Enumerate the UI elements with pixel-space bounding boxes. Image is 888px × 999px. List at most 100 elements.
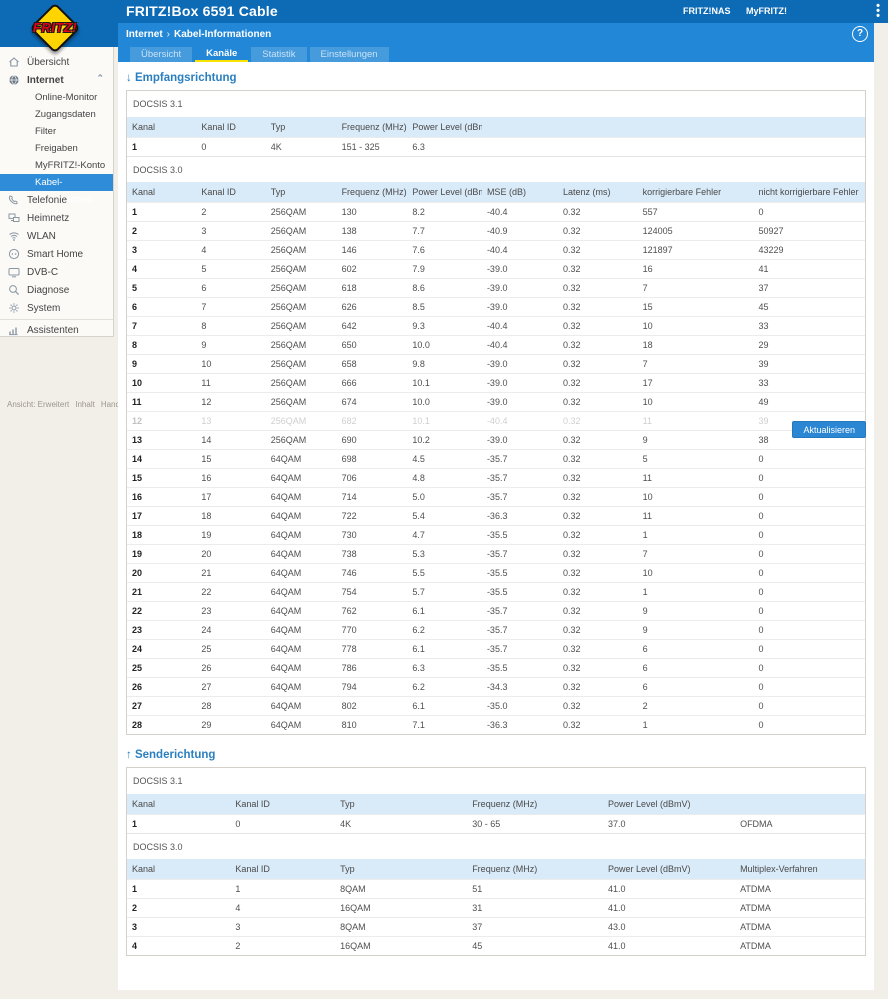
breadcrumb-section[interactable]: Internet xyxy=(126,29,163,40)
sidebar-divider xyxy=(0,319,113,320)
cell: 722 xyxy=(337,506,408,525)
cell: 64QAM xyxy=(266,582,337,601)
table-row: 181964QAM7304.7-35.50.3210 xyxy=(127,525,865,544)
sidebar-item-freigaben[interactable]: Freigaben xyxy=(0,140,113,157)
cell: -36.3 xyxy=(482,506,558,525)
sidebar-item-telefonie[interactable]: Telefonie xyxy=(0,191,113,209)
tab-kanaele[interactable]: Kanäle xyxy=(195,47,248,62)
column-header: Power Level (dBmV) xyxy=(603,794,735,814)
table-row: 222364QAM7626.1-35.70.3290 xyxy=(127,601,865,620)
cell: 0.32 xyxy=(558,696,638,715)
sidebar-item-wlan[interactable]: WLAN xyxy=(0,227,113,245)
cell: 16 xyxy=(127,487,196,506)
sidebar-item-myfritz-konto[interactable]: MyFRITZ!-Konto xyxy=(0,157,113,174)
footer-link-ansicht[interactable]: Ansicht: Erweitert xyxy=(7,400,69,409)
cell: 0 xyxy=(196,137,265,156)
sidebar-item-online-monitor[interactable]: Online-Monitor xyxy=(0,89,113,106)
cell: 45 xyxy=(754,297,866,316)
cell: -35.7 xyxy=(482,639,558,658)
breadcrumb-page: Kabel-Informationen xyxy=(174,29,271,40)
table-row: 1213256QAM68210.1-40.40.321139 xyxy=(127,411,865,430)
cell: 15 xyxy=(196,449,265,468)
fritz-logo[interactable]: FRITZ! xyxy=(15,20,95,35)
tab-einstellungen[interactable]: Einstellungen xyxy=(310,47,389,62)
cell: 0.32 xyxy=(558,449,638,468)
table-row: 272864QAM8026.1-35.00.3220 xyxy=(127,696,865,715)
table-row: 151664QAM7064.8-35.70.32110 xyxy=(127,468,865,487)
cell: 13 xyxy=(127,430,196,449)
cell: 19 xyxy=(196,525,265,544)
cell: 1 xyxy=(127,137,196,156)
sidebar-item-filter[interactable]: Filter xyxy=(0,123,113,140)
cell: 8 xyxy=(196,316,265,335)
docsis30-download-table: KanalKanal IDTypFrequenz (MHz)Power Leve… xyxy=(127,182,865,734)
sidebar-item-zugangsdaten[interactable]: Zugangsdaten xyxy=(0,106,113,123)
help-icon[interactable]: ? xyxy=(852,26,868,42)
column-header: Kanal xyxy=(127,859,230,879)
cell: -40.4 xyxy=(482,335,558,354)
cell: 2 xyxy=(127,898,230,917)
cell: 43229 xyxy=(754,240,866,259)
myfritz-link[interactable]: MyFRITZ! xyxy=(746,6,787,16)
docsis31-download-table: KanalKanal IDTypFrequenz (MHz)Power Leve… xyxy=(127,117,865,156)
cell: 0.32 xyxy=(558,335,638,354)
overflow-menu-icon[interactable]: ••• xyxy=(872,4,884,20)
sidebar-item-dvbc[interactable]: DVB-C xyxy=(0,263,113,281)
cell: ATDMA xyxy=(735,917,865,936)
cell: 64QAM xyxy=(266,696,337,715)
main-content: ↓ Empfangsrichtung DOCSIS 3.1 KanalKanal… xyxy=(118,62,874,990)
cell: 3 xyxy=(196,221,265,240)
cell: 9 xyxy=(638,620,754,639)
tab-uebersicht[interactable]: Übersicht xyxy=(130,47,192,62)
cell: 6.3 xyxy=(407,137,482,156)
down-arrow-icon: ↓ xyxy=(126,72,132,84)
table-row: 45256QAM6027.9-39.00.321641 xyxy=(127,259,865,278)
table-row: 2416QAM3141.0ATDMA xyxy=(127,898,865,917)
bars-icon xyxy=(8,324,20,336)
cell: 0.32 xyxy=(558,658,638,677)
upload-section-heading[interactable]: ↑ Senderichtung xyxy=(126,749,874,761)
cell: 6 xyxy=(638,677,754,696)
cell: 3 xyxy=(127,240,196,259)
cell: 10.0 xyxy=(407,392,482,411)
download-section-heading[interactable]: ↓ Empfangsrichtung xyxy=(126,72,874,84)
column-header xyxy=(735,794,865,814)
cell: 11 xyxy=(638,411,754,430)
cell: 16QAM xyxy=(335,898,467,917)
sidebar-item-internet[interactable]: Internet ⌃ xyxy=(0,71,113,89)
column-header: Power Level (dBmV) xyxy=(407,117,482,137)
sidebar-item-heimnetz[interactable]: Heimnetz xyxy=(0,209,113,227)
sidebar-item-smart-home[interactable]: Smart Home xyxy=(0,245,113,263)
cell: 786 xyxy=(337,658,408,677)
cell: 124005 xyxy=(638,221,754,240)
sidebar-item-assistenten[interactable]: Assistenten xyxy=(0,321,113,339)
sidebar-item-uebersicht[interactable]: Übersicht xyxy=(0,53,113,71)
cell: 16QAM xyxy=(335,936,467,955)
footer-link-inhalt[interactable]: Inhalt xyxy=(75,400,95,409)
cell: 64QAM xyxy=(266,487,337,506)
sidebar-item-system[interactable]: System xyxy=(0,299,113,317)
cell: 650 xyxy=(337,335,408,354)
sidebar-item-kabel-informationen[interactable]: Kabel-Informationen xyxy=(0,174,113,191)
cell: 0 xyxy=(754,601,866,620)
home-icon xyxy=(8,56,20,68)
sidebar-item-diagnose[interactable]: Diagnose xyxy=(0,281,113,299)
table-row: 23256QAM1387.7-40.90.3212400550927 xyxy=(127,221,865,240)
cell: 24 xyxy=(196,620,265,639)
cell: 33 xyxy=(754,373,866,392)
table-row: 192064QAM7385.3-35.70.3270 xyxy=(127,544,865,563)
cell: 26 xyxy=(127,677,196,696)
cell: 9 xyxy=(127,354,196,373)
column-header: Kanal xyxy=(127,182,196,202)
fritznas-link[interactable]: FRITZ!NAS xyxy=(683,6,731,16)
refresh-button[interactable]: Aktualisieren xyxy=(792,421,866,438)
cell: 0 xyxy=(754,639,866,658)
wifi-icon xyxy=(8,230,20,242)
chevron-up-icon[interactable]: ⌃ xyxy=(96,73,104,84)
tab-statistik[interactable]: Statistik xyxy=(251,47,306,62)
cell: 6 xyxy=(196,278,265,297)
cell: 0.32 xyxy=(558,430,638,449)
cell: 26 xyxy=(196,658,265,677)
cell: -35.7 xyxy=(482,487,558,506)
cell: 256QAM xyxy=(266,297,337,316)
